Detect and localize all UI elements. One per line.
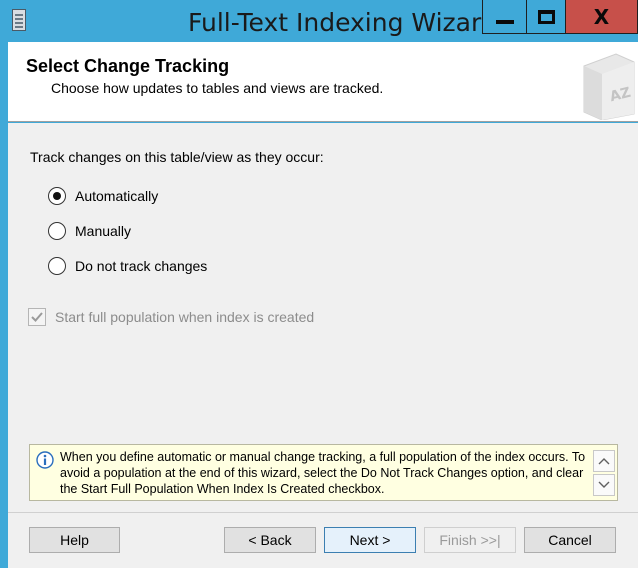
info-icon <box>36 451 54 469</box>
minimize-button[interactable] <box>482 0 527 34</box>
scroll-down-button[interactable] <box>593 474 615 496</box>
checkmark-icon <box>31 312 43 322</box>
radio-do-not-track[interactable]: Do not track changes <box>48 257 207 275</box>
scroll-up-button[interactable] <box>593 450 615 472</box>
wizard-header: Select Change Tracking Choose how update… <box>8 42 638 122</box>
maximize-icon <box>537 9 555 24</box>
radio-automatically[interactable]: Automatically <box>48 187 158 205</box>
close-icon: X <box>593 4 610 29</box>
track-changes-label: Track changes on this table/view as they… <box>30 149 324 165</box>
page-subtitle: Choose how updates to tables and views a… <box>51 80 384 96</box>
divider <box>8 512 638 513</box>
radio-label: Manually <box>75 223 132 239</box>
wizard-window: Full-Text Indexing Wizard X Select Chang… <box>0 0 638 568</box>
finish-button[interactable]: Finish >>| <box>424 527 516 553</box>
start-population-checkbox[interactable] <box>28 308 46 326</box>
chevron-up-icon <box>598 458 610 465</box>
info-text: When you define automatic or manual chan… <box>60 450 586 496</box>
radio-manually[interactable]: Manually <box>48 222 131 240</box>
radio-button[interactable] <box>48 187 66 205</box>
maximize-button[interactable] <box>526 0 566 34</box>
title-bar[interactable]: Full-Text Indexing Wizard X <box>0 0 638 42</box>
help-button[interactable]: Help <box>29 527 120 553</box>
start-population-option[interactable]: Start full population when index is crea… <box>28 308 314 326</box>
minimize-icon <box>495 19 514 24</box>
info-message-box: When you define automatic or manual chan… <box>29 444 618 501</box>
cancel-button[interactable]: Cancel <box>524 527 616 553</box>
next-button[interactable]: Next > <box>324 527 416 553</box>
radio-button[interactable] <box>48 222 66 240</box>
back-button[interactable]: < Back <box>224 527 316 553</box>
wizard-body: Track changes on this table/view as they… <box>8 123 638 568</box>
chevron-down-icon <box>598 481 610 488</box>
radio-button[interactable] <box>48 257 66 275</box>
close-button[interactable]: X <box>565 0 638 34</box>
page-title: Select Change Tracking <box>26 56 230 76</box>
radio-label: Do not track changes <box>75 258 208 274</box>
book-illustration-icon: AZ <box>583 53 635 120</box>
window-title: Full-Text Indexing Wizard <box>188 8 497 37</box>
radio-label: Automatically <box>75 188 159 204</box>
app-icon[interactable] <box>12 9 26 31</box>
start-population-label: Start full population when index is crea… <box>55 309 315 325</box>
